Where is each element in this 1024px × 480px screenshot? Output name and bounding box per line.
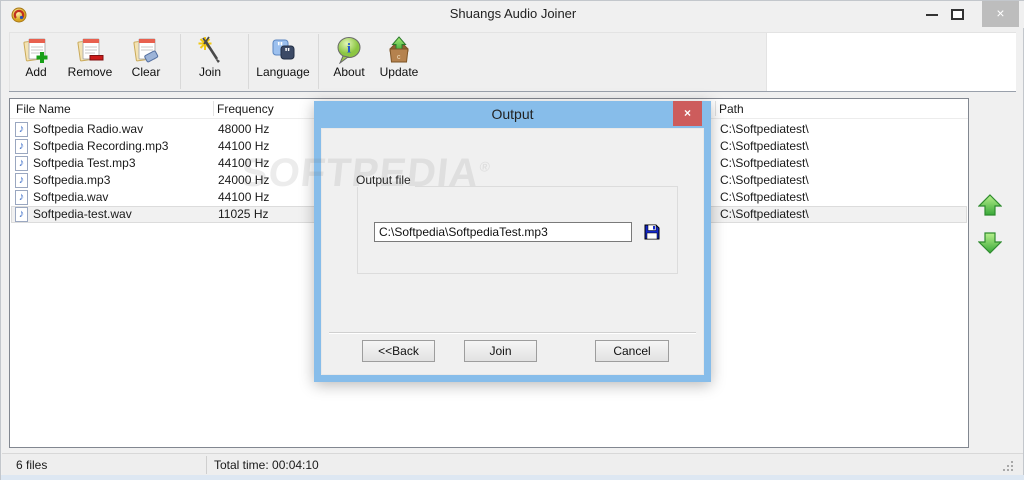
path-cell: C:\Softpediatest\ (720, 122, 809, 136)
window-title: Shuangs Audio Joiner (449, 6, 577, 21)
file-name-cell: Softpedia Radio.wav (33, 122, 144, 136)
file-name-cell: Softpedia Recording.mp3 (33, 139, 169, 153)
move-up-button[interactable] (977, 194, 1003, 216)
svg-text:i: i (347, 42, 351, 57)
clear-label: Clear (131, 65, 161, 79)
update-button[interactable]: c Update (371, 36, 427, 88)
language-icon: " " (272, 39, 295, 60)
language-button[interactable]: " " Language (253, 36, 313, 88)
clear-button[interactable]: Clear (118, 36, 174, 88)
language-label: Language (256, 65, 310, 79)
column-file-name[interactable]: File Name (16, 102, 71, 116)
remove-button[interactable]: Remove (62, 36, 118, 88)
frequency-cell: 44100 Hz (218, 190, 270, 204)
update-label: Update (379, 65, 419, 79)
frequency-cell: 48000 Hz (218, 122, 270, 136)
file-count: 6 files (16, 458, 48, 472)
add-label: Add (25, 65, 47, 79)
column-divider[interactable] (715, 101, 716, 116)
file-name-cell: Softpedia-test.wav (33, 207, 132, 221)
output-dialog: Output × Output file <<Back Join Cancel (314, 101, 711, 382)
resize-grip-icon[interactable] (1001, 459, 1015, 473)
document-clear-icon (133, 38, 159, 63)
audio-file-icon: ♪ (15, 122, 28, 137)
arrow-down-icon (977, 232, 1003, 254)
save-icon[interactable] (644, 224, 660, 240)
total-time: Total time: 00:04:10 (214, 458, 319, 472)
toolbar-divider (9, 91, 1016, 92)
cancel-button[interactable]: Cancel (595, 340, 669, 362)
frequency-cell: 11025 Hz (218, 207, 269, 221)
join-label: Join (198, 65, 221, 79)
svg-text:c: c (397, 54, 401, 61)
back-button[interactable]: <<Back (362, 340, 435, 362)
add-button[interactable]: Add (8, 36, 64, 88)
remove-label: Remove (67, 65, 113, 79)
about-balloon-icon: i (337, 37, 361, 64)
column-frequency[interactable]: Frequency (217, 102, 274, 116)
document-add-icon (23, 38, 48, 63)
toolbar-separator (318, 34, 319, 89)
move-down-button[interactable] (977, 232, 1003, 254)
path-cell: C:\Softpediatest\ (720, 139, 809, 153)
audio-file-icon: ♪ (15, 190, 28, 205)
path-cell: C:\Softpediatest\ (720, 190, 809, 204)
path-cell: C:\Softpediatest\ (720, 207, 809, 221)
toolbar-separator (248, 34, 249, 89)
update-box-icon: c (389, 36, 409, 63)
frequency-cell: 44100 Hz (218, 139, 270, 153)
window-bottom-edge (1, 475, 1024, 480)
column-divider[interactable] (213, 101, 214, 116)
about-label: About (333, 65, 365, 79)
join-button[interactable]: Join (182, 36, 238, 88)
document-remove-icon (77, 38, 104, 62)
close-button[interactable]: × (982, 1, 1019, 27)
file-name-cell: Softpedia.mp3 (33, 173, 111, 187)
arrow-up-icon (977, 194, 1003, 216)
audio-file-icon: ♪ (15, 139, 28, 154)
file-name-cell: Softpedia Test.mp3 (33, 156, 136, 170)
maximize-button[interactable] (951, 9, 964, 20)
toolbar-separator (180, 34, 181, 89)
output-file-label: Output file (352, 173, 415, 187)
minimize-button[interactable] (926, 14, 938, 16)
svg-text:": " (285, 46, 291, 60)
dialog-content: Output file <<Back Join Cancel (321, 128, 704, 375)
output-file-input[interactable] (374, 222, 632, 242)
toolbar-extension (767, 32, 1016, 91)
dialog-title: Output (491, 106, 534, 122)
about-button[interactable]: i About (321, 36, 377, 88)
title-bar: Shuangs Audio Joiner × (1, 1, 1024, 28)
audio-file-icon: ♪ (15, 207, 28, 222)
column-path[interactable]: Path (719, 102, 744, 116)
join-dialog-button[interactable]: Join (464, 340, 537, 362)
frequency-cell: 44100 Hz (218, 156, 270, 170)
audio-file-icon: ♪ (15, 156, 28, 171)
join-tool-icon (198, 36, 220, 63)
frequency-cell: 24000 Hz (218, 173, 270, 187)
file-name-cell: Softpedia.wav (33, 190, 109, 204)
path-cell: C:\Softpediatest\ (720, 173, 809, 187)
status-divider (206, 456, 207, 474)
status-bar: 6 files Total time: 00:04:10 (2, 453, 1023, 475)
dialog-close-button[interactable]: × (673, 101, 702, 126)
audio-file-icon: ♪ (15, 173, 28, 188)
dialog-divider (329, 332, 696, 334)
path-cell: C:\Softpediatest\ (720, 156, 809, 170)
